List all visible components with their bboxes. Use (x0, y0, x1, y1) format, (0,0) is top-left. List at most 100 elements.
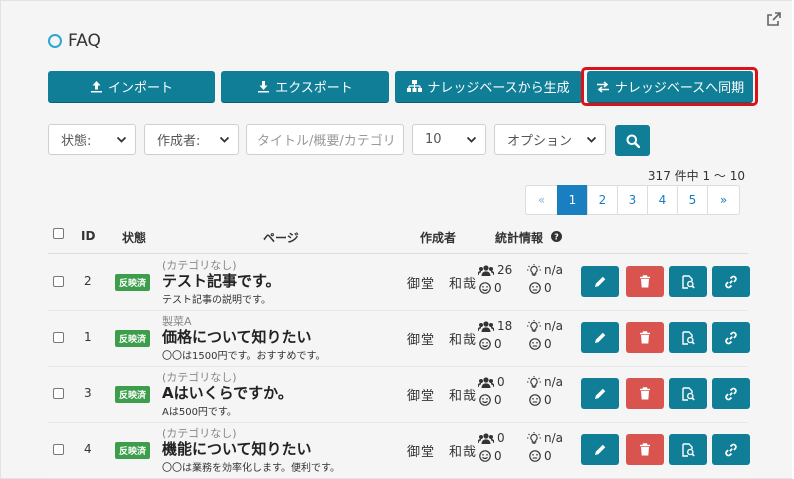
stat-ideas: n/a (527, 431, 563, 445)
upload-icon (90, 81, 102, 93)
pencil-icon (594, 276, 605, 287)
users-icon (478, 376, 494, 388)
stat-likes-count: 0 (494, 281, 502, 295)
stat-ideas-value: n/a (544, 263, 564, 277)
delete-button[interactable] (626, 322, 664, 353)
options-label: オプション (507, 134, 573, 149)
trash-icon (640, 443, 650, 456)
table-row: 4 反映済 (カテゴリなし) 機能について知りたい 〇〇は業務を効率化します。便… (48, 422, 750, 479)
preview-button[interactable] (669, 378, 707, 409)
row-description: Aは500円です。 (162, 407, 237, 418)
edit-button[interactable] (581, 378, 619, 409)
stat-dislikes: 0 (529, 281, 552, 295)
meh-icon (529, 282, 541, 294)
page-1[interactable]: 1 (557, 185, 588, 215)
copy-link-button[interactable] (712, 434, 750, 465)
per-page-select[interactable]: 10 (412, 124, 486, 155)
file-search-icon (681, 442, 695, 457)
sitemap-icon (407, 80, 423, 92)
search-input[interactable]: タイトル/概要/カテゴリ (246, 124, 404, 155)
stat-likes-count: 0 (494, 337, 502, 351)
faq-panel: FAQ インポート エクスポート ナレッジベースから生成 ナレッジベースへ同期 … (0, 0, 792, 479)
export-label: エクスポート (275, 81, 353, 96)
edit-button[interactable] (581, 322, 619, 353)
row-author: 御堂 和哉 (407, 277, 478, 292)
preview-button[interactable] (669, 266, 707, 297)
page-3[interactable]: 3 (617, 185, 648, 215)
preview-button[interactable] (669, 434, 707, 465)
row-id: 1 (84, 330, 92, 344)
file-search-icon (681, 386, 695, 401)
table-row: 2 反映済 (カテゴリなし) テスト記事です。 テスト記事の説明です。 御堂 和… (48, 254, 750, 311)
status-filter[interactable]: 状態: (48, 124, 136, 155)
page-2[interactable]: 2 (587, 185, 618, 215)
row-title[interactable]: 価格について知りたい (162, 326, 312, 347)
select-all-checkbox[interactable] (53, 228, 64, 239)
generate-from-kb-button[interactable]: ナレッジベースから生成 (395, 71, 582, 102)
download-icon (258, 81, 270, 93)
lightbulb-icon (527, 375, 541, 388)
page-next[interactable]: » (707, 185, 740, 215)
row-checkbox[interactable] (53, 276, 64, 287)
search-button[interactable] (615, 125, 650, 156)
row-checkbox[interactable] (53, 388, 64, 399)
stat-likes: 0 (479, 449, 502, 463)
stat-dislikes-count: 0 (544, 449, 552, 463)
copy-link-button[interactable] (712, 378, 750, 409)
edit-button[interactable] (581, 266, 619, 297)
import-button[interactable]: インポート (48, 71, 215, 102)
copy-link-button[interactable] (712, 322, 750, 353)
copy-link-button[interactable] (712, 266, 750, 297)
row-title[interactable]: Aはいくらですか。 (162, 382, 293, 403)
row-title[interactable]: テスト記事です。 (162, 270, 281, 291)
stat-users: 0 (478, 431, 505, 445)
options-select[interactable]: オプション (494, 124, 606, 155)
pencil-icon (594, 332, 605, 343)
stat-dislikes-count: 0 (544, 393, 552, 407)
stat-likes-count: 0 (494, 449, 502, 463)
status-badge: 反映済 (115, 274, 151, 291)
row-description: 〇〇は1500円です。おすすめです。 (162, 351, 326, 362)
stat-users: 0 (478, 375, 505, 389)
lightbulb-icon (527, 431, 541, 444)
search-placeholder: タイトル/概要/カテゴリ (257, 134, 396, 149)
delete-button[interactable] (626, 434, 664, 465)
lightbulb-icon (527, 263, 541, 276)
highlight-box (581, 67, 758, 106)
page-5[interactable]: 5 (677, 185, 708, 215)
file-search-icon (681, 330, 695, 345)
page-prev[interactable]: « (525, 185, 558, 215)
pagination: « 1 2 3 4 5 » (525, 185, 740, 215)
header-stats: 統計情報 (495, 231, 544, 245)
external-link-icon[interactable] (766, 11, 782, 27)
generate-label: ナレッジベースから生成 (427, 81, 570, 96)
chevron-down-icon (116, 136, 127, 143)
trash-icon (640, 387, 650, 400)
author-filter-label: 作成者: (157, 134, 201, 149)
meh-icon (529, 394, 541, 406)
trash-icon (640, 331, 650, 344)
edit-button[interactable] (581, 434, 619, 465)
delete-button[interactable] (626, 266, 664, 297)
help-icon[interactable]: ? (551, 231, 562, 242)
stat-dislikes-count: 0 (544, 281, 552, 295)
users-icon (478, 264, 494, 276)
stat-dislikes: 0 (529, 449, 552, 463)
table-row: 3 反映済 (カテゴリなし) Aはいくらですか。 Aは500円です。 御堂 和哉… (48, 366, 750, 423)
row-title[interactable]: 機能について知りたい (162, 438, 312, 459)
page-title-text: FAQ (68, 31, 101, 51)
page-4[interactable]: 4 (647, 185, 678, 215)
row-checkbox[interactable] (53, 332, 64, 343)
meh-icon (529, 450, 541, 462)
delete-button[interactable] (626, 378, 664, 409)
svg-text:?: ? (554, 233, 559, 242)
preview-button[interactable] (669, 322, 707, 353)
header-author: 作成者 (420, 231, 457, 245)
users-icon (478, 320, 494, 332)
stat-users-count: 0 (497, 375, 505, 389)
export-button[interactable]: エクスポート (221, 71, 389, 102)
smile-icon (479, 282, 491, 294)
row-checkbox[interactable] (53, 444, 64, 455)
circle-icon (48, 34, 62, 48)
author-filter[interactable]: 作成者: (144, 124, 239, 155)
